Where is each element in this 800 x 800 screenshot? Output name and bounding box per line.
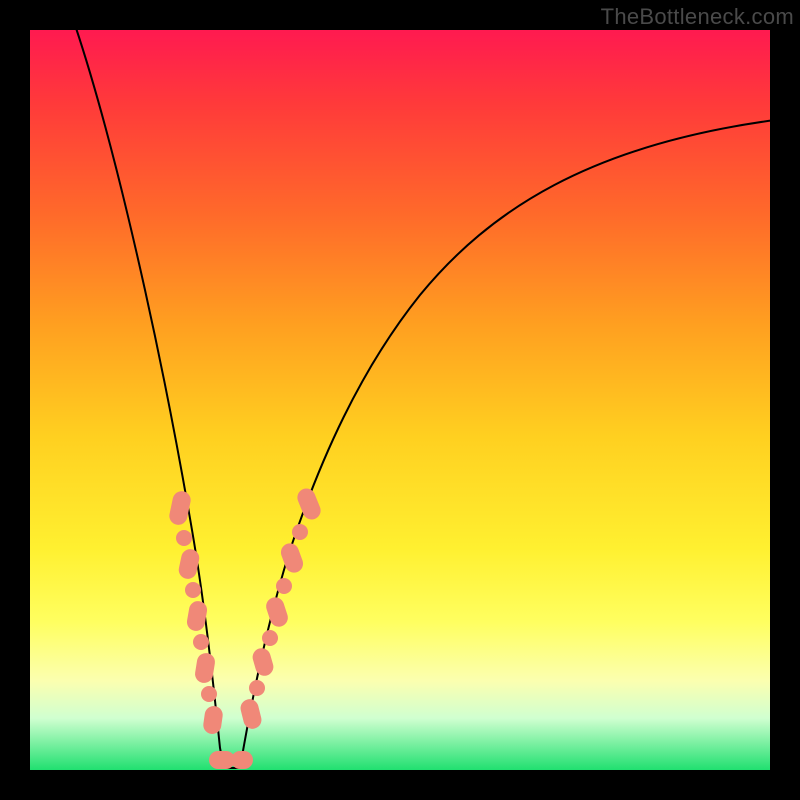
chart-stage: TheBottleneck.com [0,0,800,800]
marker-dot [292,524,308,540]
curve-right-arm [240,120,775,768]
marker-dot [201,686,217,702]
marker-dot [231,751,253,769]
marker-dot [262,630,278,646]
marker-dot [176,530,192,546]
curve-svg [30,30,770,770]
watermark-text: TheBottleneck.com [601,4,794,30]
marker-dot [185,582,201,598]
marker-dot [249,680,265,696]
plot-area [30,30,770,770]
marker-dot [193,634,209,650]
marker-dot [276,578,292,594]
